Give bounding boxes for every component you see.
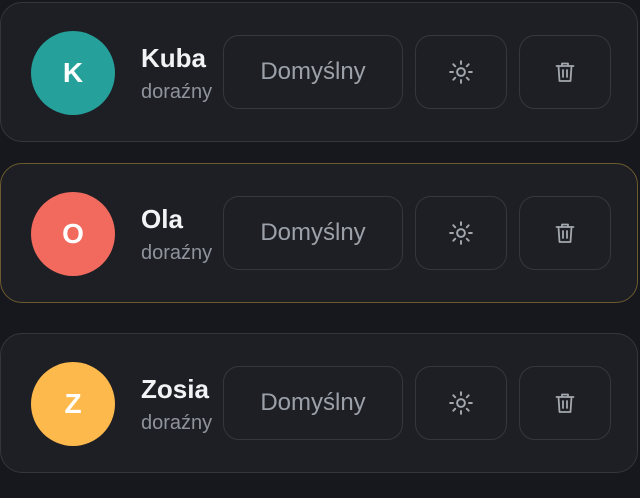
profile-card-kuba[interactable]: K Kuba doraźny Domyślny [0,2,638,142]
delete-button[interactable] [519,366,611,440]
settings-button[interactable] [415,196,507,270]
delete-button[interactable] [519,35,611,109]
profile-name: Ola [141,204,183,234]
delete-button[interactable] [519,196,611,270]
set-default-button[interactable]: Domyślny [223,196,403,270]
set-default-label: Domyślny [260,389,366,416]
set-default-label: Domyślny [260,219,366,246]
profile-list: K Kuba doraźny Domyślny O Ola doraźny Do… [0,0,640,498]
settings-button[interactable] [415,366,507,440]
profile-name: Kuba [141,43,206,73]
profile-card-ola[interactable]: O Ola doraźny Domyślny [0,163,638,303]
trash-icon [553,391,577,415]
avatar: Z [31,362,115,446]
sun-gear-icon [448,59,474,85]
profile-subtitle: doraźny [141,242,213,264]
set-default-button[interactable]: Domyślny [223,366,403,440]
profile-card-zosia[interactable]: Z Zosia doraźny Domyślny [0,333,638,473]
set-default-button[interactable]: Domyślny [223,35,403,109]
settings-button[interactable] [415,35,507,109]
profile-subtitle: doraźny [141,412,213,434]
trash-icon [553,60,577,84]
avatar: O [31,192,115,276]
avatar-initial: O [62,218,84,249]
avatar-initial: K [62,57,84,88]
avatar-initial: Z [64,388,82,419]
avatar: K [31,31,115,115]
sun-gear-icon [448,390,474,416]
sun-gear-icon [448,220,474,246]
profile-subtitle: doraźny [141,81,213,103]
trash-icon [553,221,577,245]
profile-name: Zosia [141,374,209,404]
set-default-label: Domyślny [260,58,366,85]
